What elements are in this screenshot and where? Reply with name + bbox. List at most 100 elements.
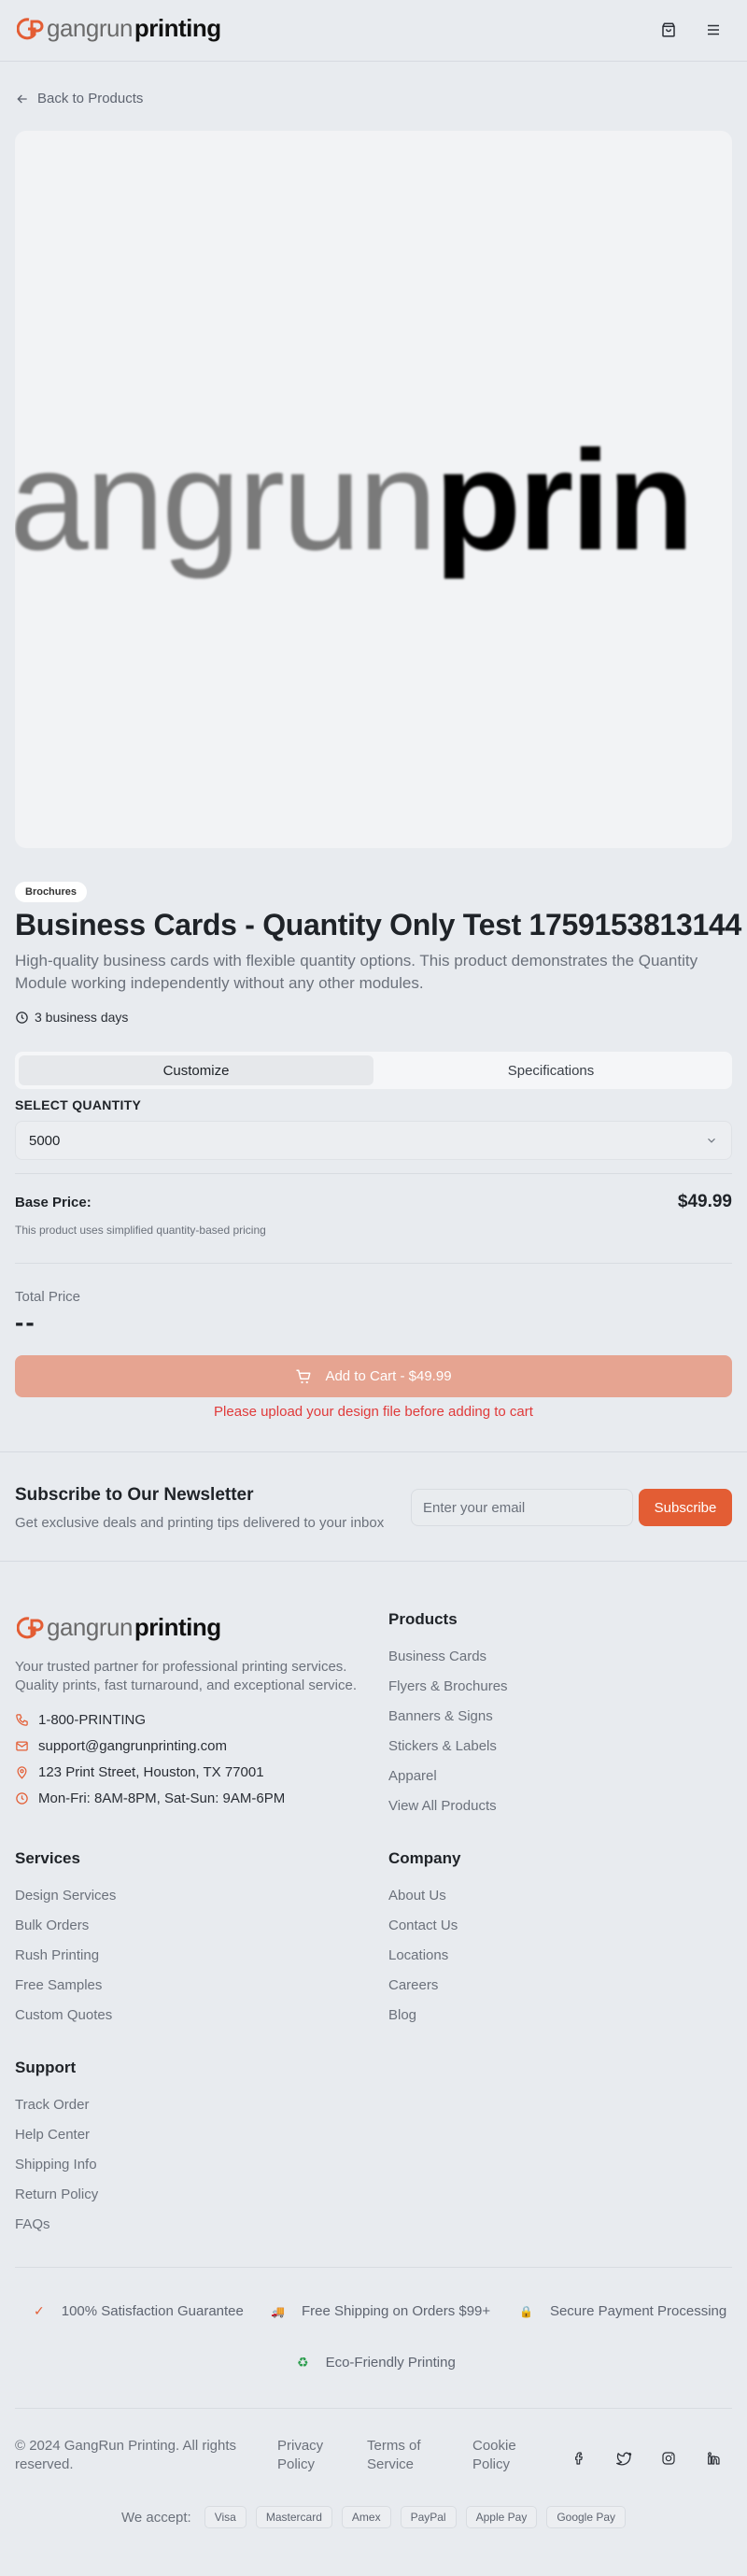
cart-button[interactable] [655, 17, 682, 43]
add-to-cart-label: Add to Cart - $49.99 [325, 1368, 452, 1384]
footer-link[interactable]: Track Order [15, 2097, 89, 2113]
divider [15, 2267, 732, 2268]
mail-icon [16, 1741, 28, 1751]
total-price-label: Total Price [15, 1289, 81, 1305]
contact-email[interactable]: support@gangrunprinting.com [15, 1738, 227, 1754]
clock-icon [16, 1792, 28, 1805]
menu-button[interactable] [700, 17, 726, 43]
footer-link[interactable]: FAQs [15, 2216, 50, 2232]
footer-link[interactable]: Locations [388, 1947, 448, 1963]
newsletter-title: Subscribe to Our Newsletter [15, 1485, 254, 1505]
base-price-value: $49.99 [677, 1192, 732, 1211]
product-tabs: Customize Specifications [15, 1052, 732, 1089]
footer-link[interactable]: Careers [388, 1977, 438, 1993]
footer-link[interactable]: Return Policy [15, 2187, 98, 2202]
category-badge: Brochures [15, 882, 88, 902]
subscribe-button[interactable]: Subscribe [639, 1489, 732, 1526]
footer-link[interactable]: Banners & Signs [388, 1708, 493, 1724]
product-image-logo: angrunprin [15, 421, 694, 580]
product-image: angrunprin [15, 131, 732, 848]
turnaround-time: 3 business days [15, 1010, 128, 1025]
payments-label: We accept: [120, 2509, 191, 2526]
footer-link[interactable]: Rush Printing [15, 1947, 99, 1963]
quantity-label: SELECT QUANTITY [15, 1097, 142, 1112]
copyright: © 2024 GangRun Printing. All rights rese… [15, 2438, 237, 2472]
logo-text-prefix: gangrun [47, 1613, 133, 1641]
back-to-products-link[interactable]: Back to Products [15, 91, 143, 106]
logo-mark-icon [17, 17, 44, 39]
footer-link[interactable]: Custom Quotes [15, 2007, 112, 2023]
terms-of-service-link[interactable]: Terms of Service [367, 2437, 432, 2474]
add-to-cart-button[interactable]: Add to Cart - $49.99 [15, 1355, 732, 1397]
payment-chip-mastercard: Mastercard [255, 2506, 332, 2528]
linkedin-icon[interactable] [702, 2447, 725, 2470]
footer-link[interactable]: Bulk Orders [15, 1918, 89, 1933]
total-price-value: -- [15, 1308, 36, 1337]
divider [15, 1263, 732, 1264]
footer-link[interactable]: Design Services [15, 1888, 116, 1904]
phone-icon [16, 1714, 28, 1726]
footer-link[interactable]: About Us [388, 1888, 446, 1904]
newsletter-email-input[interactable]: Enter your email [411, 1489, 633, 1526]
trust-badge-payment: 🔒 Secure Payment Processing [519, 2303, 727, 2319]
footer-services-title: Services [15, 1849, 80, 1867]
footer-link[interactable]: Blog [388, 2007, 416, 2023]
footer-link[interactable]: Help Center [15, 2127, 90, 2143]
footer-logo[interactable]: gangrun printing [17, 1613, 221, 1642]
footer-link[interactable]: Stickers & Labels [388, 1738, 497, 1754]
footer-link[interactable]: Flyers & Brochures [388, 1678, 508, 1694]
recycle-icon: ♻ [297, 2355, 309, 2370]
facebook-icon[interactable] [568, 2447, 590, 2470]
upload-warning: Please upload your design file before ad… [214, 1404, 533, 1420]
cookie-policy-link[interactable]: Cookie Policy [472, 2437, 538, 2474]
contact-address: 123 Print Street, Houston, TX 77001 [15, 1764, 264, 1780]
quantity-select[interactable]: 5000 [15, 1121, 732, 1160]
logo-text-suffix: printing [134, 14, 221, 42]
payment-chip-apple-pay: Apple Pay [465, 2506, 538, 2528]
divider [15, 2408, 732, 2409]
truck-icon: 🚚 [271, 2304, 285, 2318]
footer-link[interactable]: Business Cards [388, 1649, 486, 1664]
instagram-icon[interactable] [657, 2447, 680, 2470]
footer-link[interactable]: Contact Us [388, 1918, 458, 1933]
footer-link[interactable]: Shipping Info [15, 2157, 97, 2173]
newsletter-subtitle: Get exclusive deals and printing tips de… [15, 1515, 385, 1531]
back-link-label: Back to Products [37, 91, 144, 106]
contact-phone[interactable]: 1-800-PRINTING [15, 1712, 146, 1728]
payment-chip-google-pay: Google Pay [546, 2506, 627, 2528]
divider [15, 1173, 732, 1174]
tab-specifications[interactable]: Specifications [374, 1055, 728, 1085]
cart-icon [296, 1369, 311, 1383]
shopping-bag-icon [662, 22, 675, 37]
tab-customize[interactable]: Customize [19, 1055, 374, 1085]
payment-methods: We accept: Visa Mastercard Amex PayPal A… [0, 2506, 747, 2528]
payment-chip-paypal: PayPal [400, 2506, 457, 2528]
contact-hours: Mon-Fri: 8AM-8PM, Sat-Sun: 9AM-6PM [15, 1790, 285, 1806]
footer-company-title: Company [388, 1849, 461, 1867]
footer-description: Your trusted partner for professional pr… [15, 1659, 358, 1693]
hamburger-menu-icon [708, 24, 719, 35]
payment-chip-amex: Amex [341, 2506, 391, 2528]
check-icon: ✓ [34, 2303, 45, 2318]
trust-badge-eco: ♻ Eco-Friendly Printing [297, 2355, 456, 2371]
turnaround-label: 3 business days [35, 1010, 129, 1025]
newsletter-section [0, 1451, 747, 1562]
logo-mark-icon [17, 1616, 44, 1638]
pricing-note: This product uses simplified quantity-ba… [15, 1224, 266, 1237]
site-logo[interactable]: gangrun printing [17, 14, 221, 43]
trust-badge-satisfaction: ✓ 100% Satisfaction Guarantee [34, 2303, 244, 2319]
site-header: gangrun printing [0, 0, 747, 62]
footer-link[interactable]: Free Samples [15, 1977, 102, 1993]
footer-link[interactable]: Apparel [388, 1768, 437, 1784]
clock-icon [16, 1011, 28, 1024]
footer-products-title: Products [388, 1610, 458, 1628]
lock-icon: 🔒 [519, 2304, 533, 2318]
privacy-policy-link[interactable]: Privacy Policy [277, 2437, 343, 2474]
logo-text-prefix: gangrun [47, 14, 133, 42]
footer-link[interactable]: View All Products [388, 1798, 497, 1814]
product-description: High-quality business cards with flexibl… [15, 952, 698, 992]
twitter-icon[interactable] [613, 2447, 635, 2470]
map-pin-icon [17, 1766, 27, 1779]
product-title: Business Cards - Quantity Only Test 1759… [15, 908, 741, 941]
chevron-down-icon [708, 1138, 715, 1143]
